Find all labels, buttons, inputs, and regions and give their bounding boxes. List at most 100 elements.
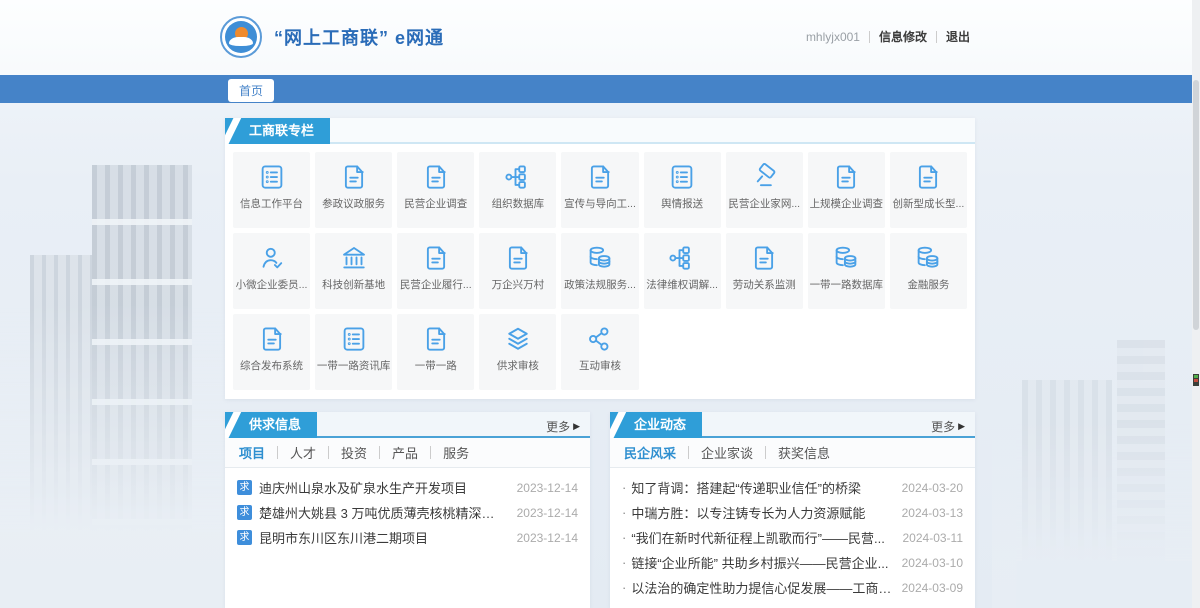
- service-card-label: 上规模企业调查: [808, 196, 885, 211]
- document-icon: [585, 162, 615, 192]
- service-card[interactable]: 一带一路资讯库: [315, 314, 392, 390]
- header: “网上工商联” e网通 mhlyjx001 信息修改 退出: [0, 0, 1200, 75]
- supply-panel-title: 供求信息: [225, 412, 317, 438]
- background-buildings-left: [0, 140, 230, 608]
- list-item[interactable]: · “我们在新时代新征程上凯歌而行”——民营... 2024-03-11: [622, 525, 963, 550]
- user-bar: mhlyjx001 信息修改 退出: [806, 28, 970, 45]
- service-card[interactable]: 互动审核: [561, 314, 638, 390]
- services-grid: 信息工作平台参政议政服务民营企业调查组织数据库宣传与导向工...舆情报送民营企业…: [225, 144, 975, 398]
- scrollbar-thumb[interactable]: [1193, 80, 1199, 330]
- services-panel-title: 工商联专栏: [225, 118, 330, 144]
- divider: [936, 31, 937, 43]
- service-card[interactable]: 政策法规服务...: [561, 233, 638, 309]
- service-card[interactable]: 科技创新基地: [315, 233, 392, 309]
- service-card[interactable]: 信息工作平台: [233, 152, 310, 228]
- service-card[interactable]: 民营企业调查: [397, 152, 474, 228]
- service-card[interactable]: 综合发布系统: [233, 314, 310, 390]
- document-icon: [503, 243, 533, 273]
- item-date: 2024-03-09: [902, 581, 963, 595]
- supply-list: 求迪庆州山泉水及矿泉水生产开发项目2023-12-14求楚雄州大姚县 3 万吨优…: [225, 468, 590, 550]
- service-card[interactable]: 小微企业委员...: [233, 233, 310, 309]
- service-card-label: 一带一路数据库: [808, 277, 885, 292]
- nav-item-home[interactable]: 首页: [228, 79, 274, 102]
- service-card[interactable]: 法律维权调解...: [644, 233, 721, 309]
- service-card[interactable]: 上规模企业调查: [808, 152, 885, 228]
- service-card[interactable]: 劳动关系监测: [726, 233, 803, 309]
- item-date: 2024-03-20: [902, 481, 963, 495]
- service-card[interactable]: 舆情报送: [644, 152, 721, 228]
- service-card[interactable]: 参政议政服务: [315, 152, 392, 228]
- supply-panel-header: 供求信息 更多 ▶: [225, 412, 590, 438]
- list-item[interactable]: ·链接“企业所能” 共助乡村振兴——民营企业...2024-03-10: [622, 550, 963, 575]
- supply-tab[interactable]: 服务: [431, 443, 481, 462]
- service-card[interactable]: 宣传与导向工...: [561, 152, 638, 228]
- news-tab[interactable]: 企业家谈: [689, 443, 765, 462]
- supply-tab[interactable]: 产品: [380, 443, 430, 462]
- item-title: 迪庆州山泉水及矿泉水生产开发项目: [259, 478, 507, 497]
- document-icon: [421, 162, 451, 192]
- gavel-icon: [749, 162, 779, 192]
- supply-more-link[interactable]: 更多 ▶: [546, 418, 580, 435]
- list-item[interactable]: ·知了背调：搭建起“传递职业信任”的桥梁2024-03-20: [622, 475, 963, 500]
- service-card[interactable]: 民营企业家网...: [726, 152, 803, 228]
- database-icon: [831, 243, 861, 273]
- news-list: · 知了背调：搭建起“传递职业信任”的桥梁 2024-03-20 ·中瑞方胜：以专注铸…: [610, 468, 975, 600]
- item-date: 2024-03-11: [903, 531, 964, 545]
- edge-indicator: [1193, 374, 1199, 386]
- service-card[interactable]: 民营企业履行...: [397, 233, 474, 309]
- service-card-label: 组织数据库: [479, 196, 556, 211]
- news-panel-header: 企业动态 更多 ▶: [610, 412, 975, 438]
- site-title: “网上工商联” e网通: [274, 24, 444, 50]
- service-card[interactable]: 创新型成长型...: [890, 152, 967, 228]
- supply-tab[interactable]: 项目: [237, 443, 277, 462]
- bullet-icon: ·: [622, 505, 626, 520]
- news-more-link[interactable]: 更多 ▶: [931, 418, 965, 435]
- service-card-label: 互动审核: [561, 358, 638, 373]
- service-card[interactable]: 组织数据库: [479, 152, 556, 228]
- username: mhlyjx001: [806, 30, 860, 44]
- service-card[interactable]: 万企兴万村: [479, 233, 556, 309]
- supply-tabs: 项目人才投资产品服务: [225, 438, 590, 468]
- service-card[interactable]: 金融服务: [890, 233, 967, 309]
- more-label: 更多: [546, 418, 570, 435]
- item-title: 知了背调：搭建起“传递职业信任”的桥梁: [631, 478, 891, 497]
- news-tab[interactable]: 民企风采: [622, 443, 688, 462]
- service-card-label: 民营企业调查: [397, 196, 474, 211]
- person-check-icon: [257, 243, 287, 273]
- list-item[interactable]: ·以法治的确定性助力提信心促发展——工商联...2024-03-09: [622, 575, 963, 600]
- bullet-icon: ·: [622, 530, 626, 545]
- document-icon: [831, 162, 861, 192]
- supply-tab[interactable]: 人才: [278, 443, 328, 462]
- item-date: 2023-12-14: [517, 531, 578, 545]
- edit-info-link[interactable]: 信息修改: [879, 28, 927, 45]
- service-card-label: 民营企业家网...: [726, 196, 803, 211]
- item-title: 楚雄州大姚县 3 万吨优质薄壳核桃精深加工及科...: [259, 503, 507, 522]
- service-card[interactable]: 一带一路: [397, 314, 474, 390]
- service-card[interactable]: 供求审核: [479, 314, 556, 390]
- list-item[interactable]: 求迪庆州山泉水及矿泉水生产开发项目2023-12-14: [237, 475, 578, 500]
- service-card-label: 宣传与导向工...: [561, 196, 638, 211]
- share-nodes-icon: [585, 324, 615, 354]
- services-panel-header: 工商联专栏: [225, 118, 975, 144]
- list-item[interactable]: 求昆明市东川区东川港二期项目2023-12-14: [237, 525, 578, 550]
- supply-tab[interactable]: 投资: [329, 443, 379, 462]
- service-card-label: 综合发布系统: [233, 358, 310, 373]
- document-icon: [749, 243, 779, 273]
- service-card-label: 一带一路: [397, 358, 474, 373]
- checklist-icon: [257, 162, 287, 192]
- service-card-label: 政策法规服务...: [561, 277, 638, 292]
- scrollbar-track[interactable]: [1192, 0, 1200, 608]
- list-item[interactable]: ·中瑞方胜：以专注铸专长为人力资源赋能2024-03-13: [622, 500, 963, 525]
- service-card-label: 创新型成长型...: [890, 196, 967, 211]
- service-card-label: 民营企业履行...: [397, 277, 474, 292]
- document-icon: [421, 243, 451, 273]
- item-title: 以法治的确定性助力提信心促发展——工商联...: [631, 578, 891, 597]
- list-item[interactable]: 求楚雄州大姚县 3 万吨优质薄壳核桃精深加工及科...2023-12-14: [237, 500, 578, 525]
- logout-link[interactable]: 退出: [946, 28, 970, 45]
- service-card-label: 信息工作平台: [233, 196, 310, 211]
- indicator-dot: [1194, 379, 1198, 382]
- service-card-label: 一带一路资讯库: [315, 358, 392, 373]
- item-title: “我们在新时代新征程上凯歌而行”——民营...: [631, 528, 892, 547]
- news-tab[interactable]: 获奖信息: [766, 443, 842, 462]
- service-card[interactable]: 一带一路数据库: [808, 233, 885, 309]
